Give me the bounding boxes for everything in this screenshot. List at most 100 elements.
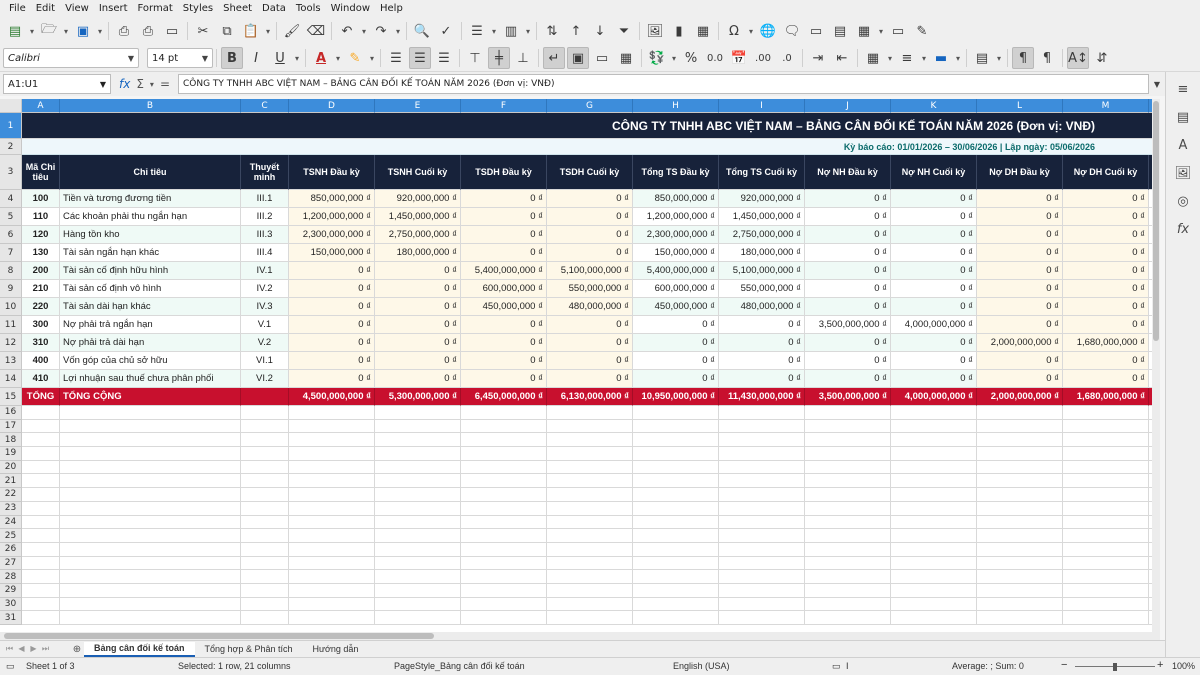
code-cell[interactable]: 100 (22, 190, 60, 208)
amount-cell[interactable]: 450,000,000 ₫ (461, 298, 547, 316)
row-header[interactable]: 5 (0, 208, 22, 226)
empty-cell[interactable] (891, 419, 977, 434)
column-header[interactable]: D (289, 99, 375, 113)
empty-cell[interactable] (289, 529, 375, 543)
amount-cell[interactable]: 2,750,000,000 ₫ (375, 226, 461, 244)
total-cell[interactable]: 3,500,000,000 ₫ (805, 388, 891, 406)
empty-cell[interactable] (241, 406, 289, 420)
amount-cell[interactable]: 0 ₫ (289, 298, 375, 316)
empty-cell[interactable] (633, 611, 719, 625)
sort-icon[interactable]: ⇅ (541, 20, 563, 42)
amount-cell[interactable]: 0 ₫ (891, 370, 977, 388)
zoom-out-button[interactable]: − (1061, 659, 1067, 671)
empty-cell[interactable] (241, 419, 289, 434)
empty-cell[interactable] (1063, 583, 1149, 598)
empty-cell[interactable] (891, 433, 977, 448)
empty-cell[interactable] (375, 515, 461, 530)
amount-cell[interactable]: 0 ₫ (375, 370, 461, 388)
empty-cell[interactable] (719, 542, 805, 557)
row-header[interactable]: 17 (0, 419, 22, 434)
empty-cell[interactable] (633, 433, 719, 448)
empty-cell[interactable] (719, 460, 805, 475)
highlight-color-icon[interactable]: ✎ (344, 47, 366, 69)
empty-cell[interactable] (60, 529, 241, 543)
amount-cell[interactable]: 0 ₫ (461, 208, 547, 226)
item-cell[interactable]: Tài sản cố định hữu hình (60, 262, 241, 280)
amount-cell[interactable]: 0 ₫ (1063, 280, 1149, 298)
amount-cell[interactable]: 0 ₫ (461, 370, 547, 388)
empty-cell[interactable] (461, 542, 547, 557)
horizontal-scrollbar[interactable] (0, 632, 1160, 640)
select-all-corner[interactable] (0, 99, 22, 113)
amount-cell[interactable]: 0 ₫ (891, 208, 977, 226)
report-title[interactable]: CÔNG TY TNHH ABC VIỆT NAM – BẢNG CÂN ĐỐI… (22, 113, 1153, 139)
amount-cell[interactable]: 5,100,000,000 ₫ (547, 262, 633, 280)
empty-cell[interactable] (289, 570, 375, 584)
empty-cell[interactable] (461, 433, 547, 448)
amount-cell[interactable]: 0 ₫ (805, 190, 891, 208)
row-header[interactable]: 20 (0, 460, 22, 475)
decrease-indent-icon[interactable]: ⇤ (831, 47, 853, 69)
amount-cell[interactable]: 2,300,000,000 ₫ (289, 226, 375, 244)
amount-cell[interactable]: 0 ₫ (977, 244, 1063, 262)
total-cell[interactable]: TỔNG CỘNG (60, 388, 241, 406)
menu-window[interactable]: Window (326, 3, 375, 14)
empty-cell[interactable] (241, 611, 289, 625)
empty-cell[interactable] (60, 501, 241, 516)
row-header[interactable]: 26 (0, 542, 22, 557)
empty-cell[interactable] (891, 556, 977, 571)
amount-cell[interactable]: 1,680,000,000 ₫ (1063, 334, 1149, 352)
empty-cell[interactable] (805, 474, 891, 489)
conditional-format-icon[interactable]: ▤ (971, 47, 993, 69)
empty-cell[interactable] (289, 460, 375, 475)
row-header[interactable]: 19 (0, 447, 22, 461)
empty-cell[interactable] (22, 433, 60, 448)
column-header[interactable]: H (633, 99, 719, 113)
empty-cell[interactable] (633, 542, 719, 557)
font-name-box[interactable]: Calibri ▼ (3, 48, 139, 68)
right-to-left-icon[interactable]: ¶ (1036, 47, 1058, 69)
empty-cell[interactable] (60, 460, 241, 475)
amount-cell[interactable]: 0 ₫ (805, 352, 891, 370)
table-header-cell[interactable]: Mã Chỉ tiêu (22, 155, 60, 190)
empty-cell[interactable] (805, 570, 891, 584)
empty-cell[interactable] (547, 515, 633, 530)
empty-cell[interactable] (22, 611, 60, 625)
empty-cell[interactable] (22, 556, 60, 571)
zoom-in-button[interactable]: + (1157, 659, 1163, 671)
special-character-icon[interactable]: Ω (723, 20, 745, 42)
empty-cell[interactable] (22, 474, 60, 489)
note-cell[interactable]: IV.2 (241, 280, 289, 298)
empty-cell[interactable] (375, 501, 461, 516)
empty-cell[interactable] (891, 515, 977, 530)
amount-cell[interactable]: 920,000,000 ₫ (375, 190, 461, 208)
amount-cell[interactable]: 0 ₫ (977, 226, 1063, 244)
column-header[interactable]: A (22, 99, 60, 113)
amount-cell[interactable]: 0 ₫ (891, 190, 977, 208)
row-header[interactable]: 24 (0, 515, 22, 530)
amount-cell[interactable]: 0 ₫ (977, 352, 1063, 370)
empty-cell[interactable] (461, 488, 547, 502)
empty-cell[interactable] (1063, 460, 1149, 475)
amount-cell[interactable]: 0 ₫ (805, 334, 891, 352)
navigator-icon[interactable]: ◎ (1173, 190, 1193, 212)
currency-icon[interactable]: 💱 (646, 47, 668, 69)
table-header-cell[interactable]: Tổng TS Cuối kỳ (719, 155, 805, 190)
row-header[interactable]: 27 (0, 556, 22, 571)
empty-cell[interactable] (241, 460, 289, 475)
column-header[interactable]: M (1063, 99, 1149, 113)
note-cell[interactable]: VI.2 (241, 370, 289, 388)
empty-cell[interactable] (1063, 419, 1149, 434)
empty-cell[interactable] (289, 542, 375, 557)
new-dropdown-icon[interactable]: ▾ (27, 20, 37, 42)
vertical-scroll-thumb[interactable] (1153, 101, 1159, 341)
empty-cell[interactable] (375, 433, 461, 448)
amount-cell[interactable]: 0 ₫ (1063, 352, 1149, 370)
amount-cell[interactable]: 3,500,000,000 ₫ (805, 316, 891, 334)
amount-cell[interactable]: 0 ₫ (375, 262, 461, 280)
empty-cell[interactable] (241, 433, 289, 448)
amount-cell[interactable]: 0 ₫ (805, 226, 891, 244)
amount-cell[interactable]: 0 ₫ (375, 316, 461, 334)
new-document-icon[interactable]: ▤ (4, 20, 26, 42)
empty-cell[interactable] (241, 597, 289, 612)
